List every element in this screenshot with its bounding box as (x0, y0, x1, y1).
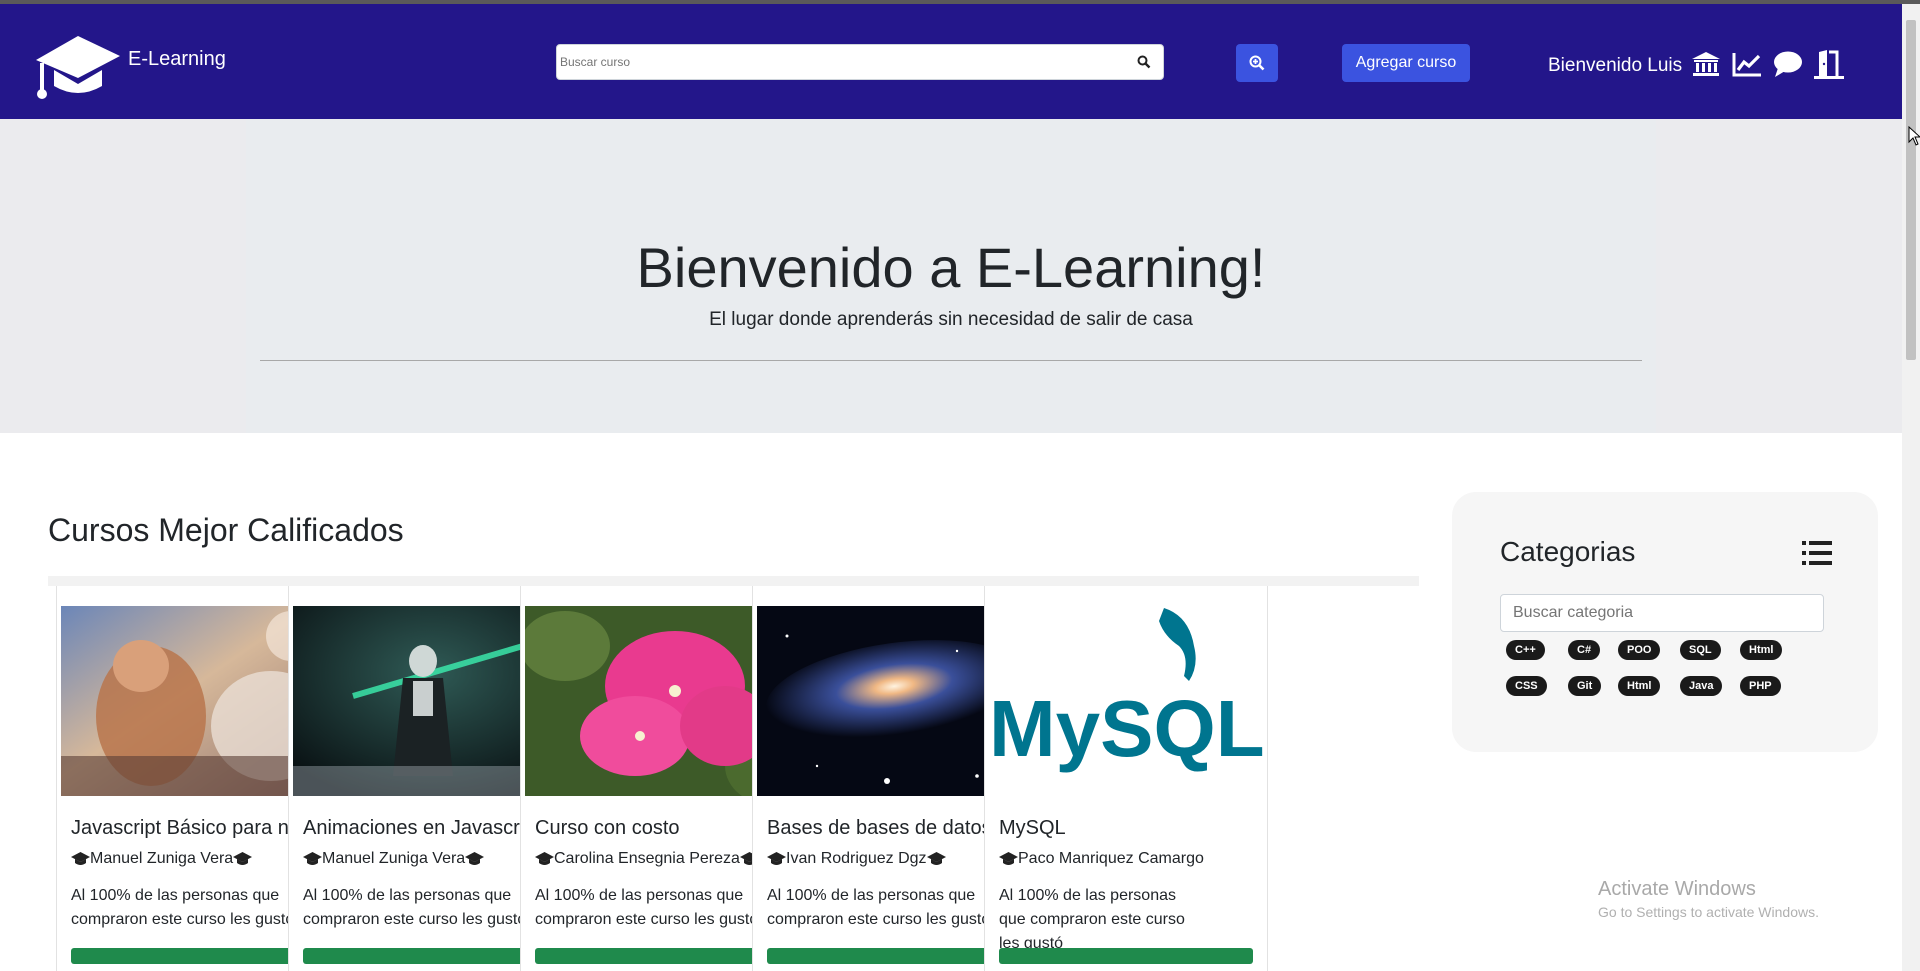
courses-carousel: Javascript Básico para niños Manuel Zuni… (48, 576, 1419, 971)
bank-icon[interactable] (1690, 48, 1722, 80)
category-tag[interactable]: Java (1680, 676, 1723, 696)
zoom-in-icon (1249, 55, 1265, 71)
hero: Bienvenido a E-Learning! El lugar donde … (246, 119, 1656, 433)
course-author-name: Manuel Zuniga Vera (322, 850, 466, 867)
list-icon[interactable] (1802, 540, 1832, 566)
chart-line-icon[interactable] (1731, 48, 1763, 80)
welcome-user-text: Bienvenido Luis (1548, 55, 1683, 76)
course-title[interactable]: MySQL (999, 817, 1261, 840)
graduation-cap-icon (926, 852, 946, 865)
categories-title: Categorias (1500, 536, 1636, 567)
graduation-cap-icon (233, 852, 253, 865)
activate-windows-title: Activate Windows (1598, 878, 1756, 900)
course-author-name: Ivan Rodriguez Dgz (786, 850, 927, 867)
brand-name: E-Learning (128, 47, 226, 70)
course-search-input[interactable] (557, 45, 1131, 79)
course-image[interactable]: MySQL (989, 606, 1265, 796)
navbar: E-Learning Agregar curso Bienvenido Luis (0, 4, 1902, 119)
category-tag[interactable]: POO (1618, 640, 1661, 660)
course-search-box (556, 44, 1164, 80)
carousel-top-strip (48, 576, 1419, 586)
brand[interactable]: E-Learning (32, 30, 226, 102)
graduation-cap-icon (767, 852, 786, 865)
course-rating-label: Al 100% de las personas que compraron es… (535, 887, 759, 928)
graduation-cap-icon (999, 852, 1018, 865)
advanced-search-button[interactable] (1236, 44, 1278, 82)
course-rating-label: Al 100% de las personas que compraron es… (767, 887, 991, 928)
mouse-cursor-icon (1908, 126, 1920, 146)
vertical-scrollbar[interactable] (1902, 4, 1920, 971)
course-rating-label: Al 100% de las personas que compraron es… (999, 887, 1185, 952)
activate-windows-subtitle: Go to Settings to activate Windows. (1598, 904, 1819, 920)
course-rating-bar (999, 948, 1253, 964)
course-author-name: Manuel Zuniga Vera (90, 850, 234, 867)
hero-title: Bienvenido a E-Learning! (636, 236, 1266, 299)
category-tag[interactable]: C# (1568, 640, 1601, 660)
category-search-input[interactable] (1500, 594, 1824, 632)
graduation-cap-logo-icon (36, 36, 120, 99)
course-author: Paco Manriquez Camargo (999, 850, 1265, 868)
course-rating-bar (767, 948, 1021, 964)
section-title: Cursos Mejor Calificados (48, 512, 404, 548)
course-author-name: Carolina Ensegnia Pereza (554, 850, 740, 867)
graduation-cap-icon (535, 852, 554, 865)
graduation-cap-icon (71, 852, 90, 865)
search-icon[interactable] (1131, 49, 1157, 75)
category-tag[interactable]: Html (1618, 676, 1661, 696)
category-tag[interactable]: CSS (1506, 676, 1547, 696)
course-rating-bar (535, 948, 789, 964)
categories-panel: Categorias C++ C# POO SQL Html CSS Git H… (1452, 492, 1878, 752)
scrollbar-thumb[interactable] (1906, 20, 1916, 360)
course-author-name: Paco Manriquez Camargo (1018, 850, 1204, 867)
course-rating-text: Al 100% de las personas que compraron es… (999, 884, 1279, 956)
category-tag[interactable]: C++ (1506, 640, 1545, 660)
comment-icon[interactable] (1772, 48, 1804, 80)
hero-subtitle: El lugar donde aprenderás sin necesidad … (709, 309, 1193, 330)
course-rating-bar (303, 948, 557, 964)
category-tag[interactable]: Html (1740, 640, 1783, 660)
door-open-icon[interactable] (1813, 48, 1845, 80)
category-tag[interactable]: Git (1568, 676, 1602, 696)
mysql-logo-text: MySQL (989, 684, 1265, 773)
mysql-logo: MySQL (989, 606, 1265, 796)
category-tag[interactable]: SQL (1680, 640, 1721, 660)
course-card[interactable]: MySQL MySQL Paco Manriquez Camargo Al 10… (984, 586, 1268, 971)
category-tag[interactable]: PHP (1740, 676, 1781, 696)
hero-divider (260, 360, 1642, 361)
course-rating-bar (71, 948, 325, 964)
course-rating-label: Al 100% de las personas que compraron es… (71, 887, 295, 928)
graduation-cap-icon (465, 852, 485, 865)
add-course-button[interactable]: Agregar curso (1342, 44, 1470, 82)
graduation-cap-icon (303, 852, 322, 865)
course-rating-label: Al 100% de las personas que compraron es… (303, 887, 527, 928)
nav-icon-group (1690, 48, 1854, 80)
